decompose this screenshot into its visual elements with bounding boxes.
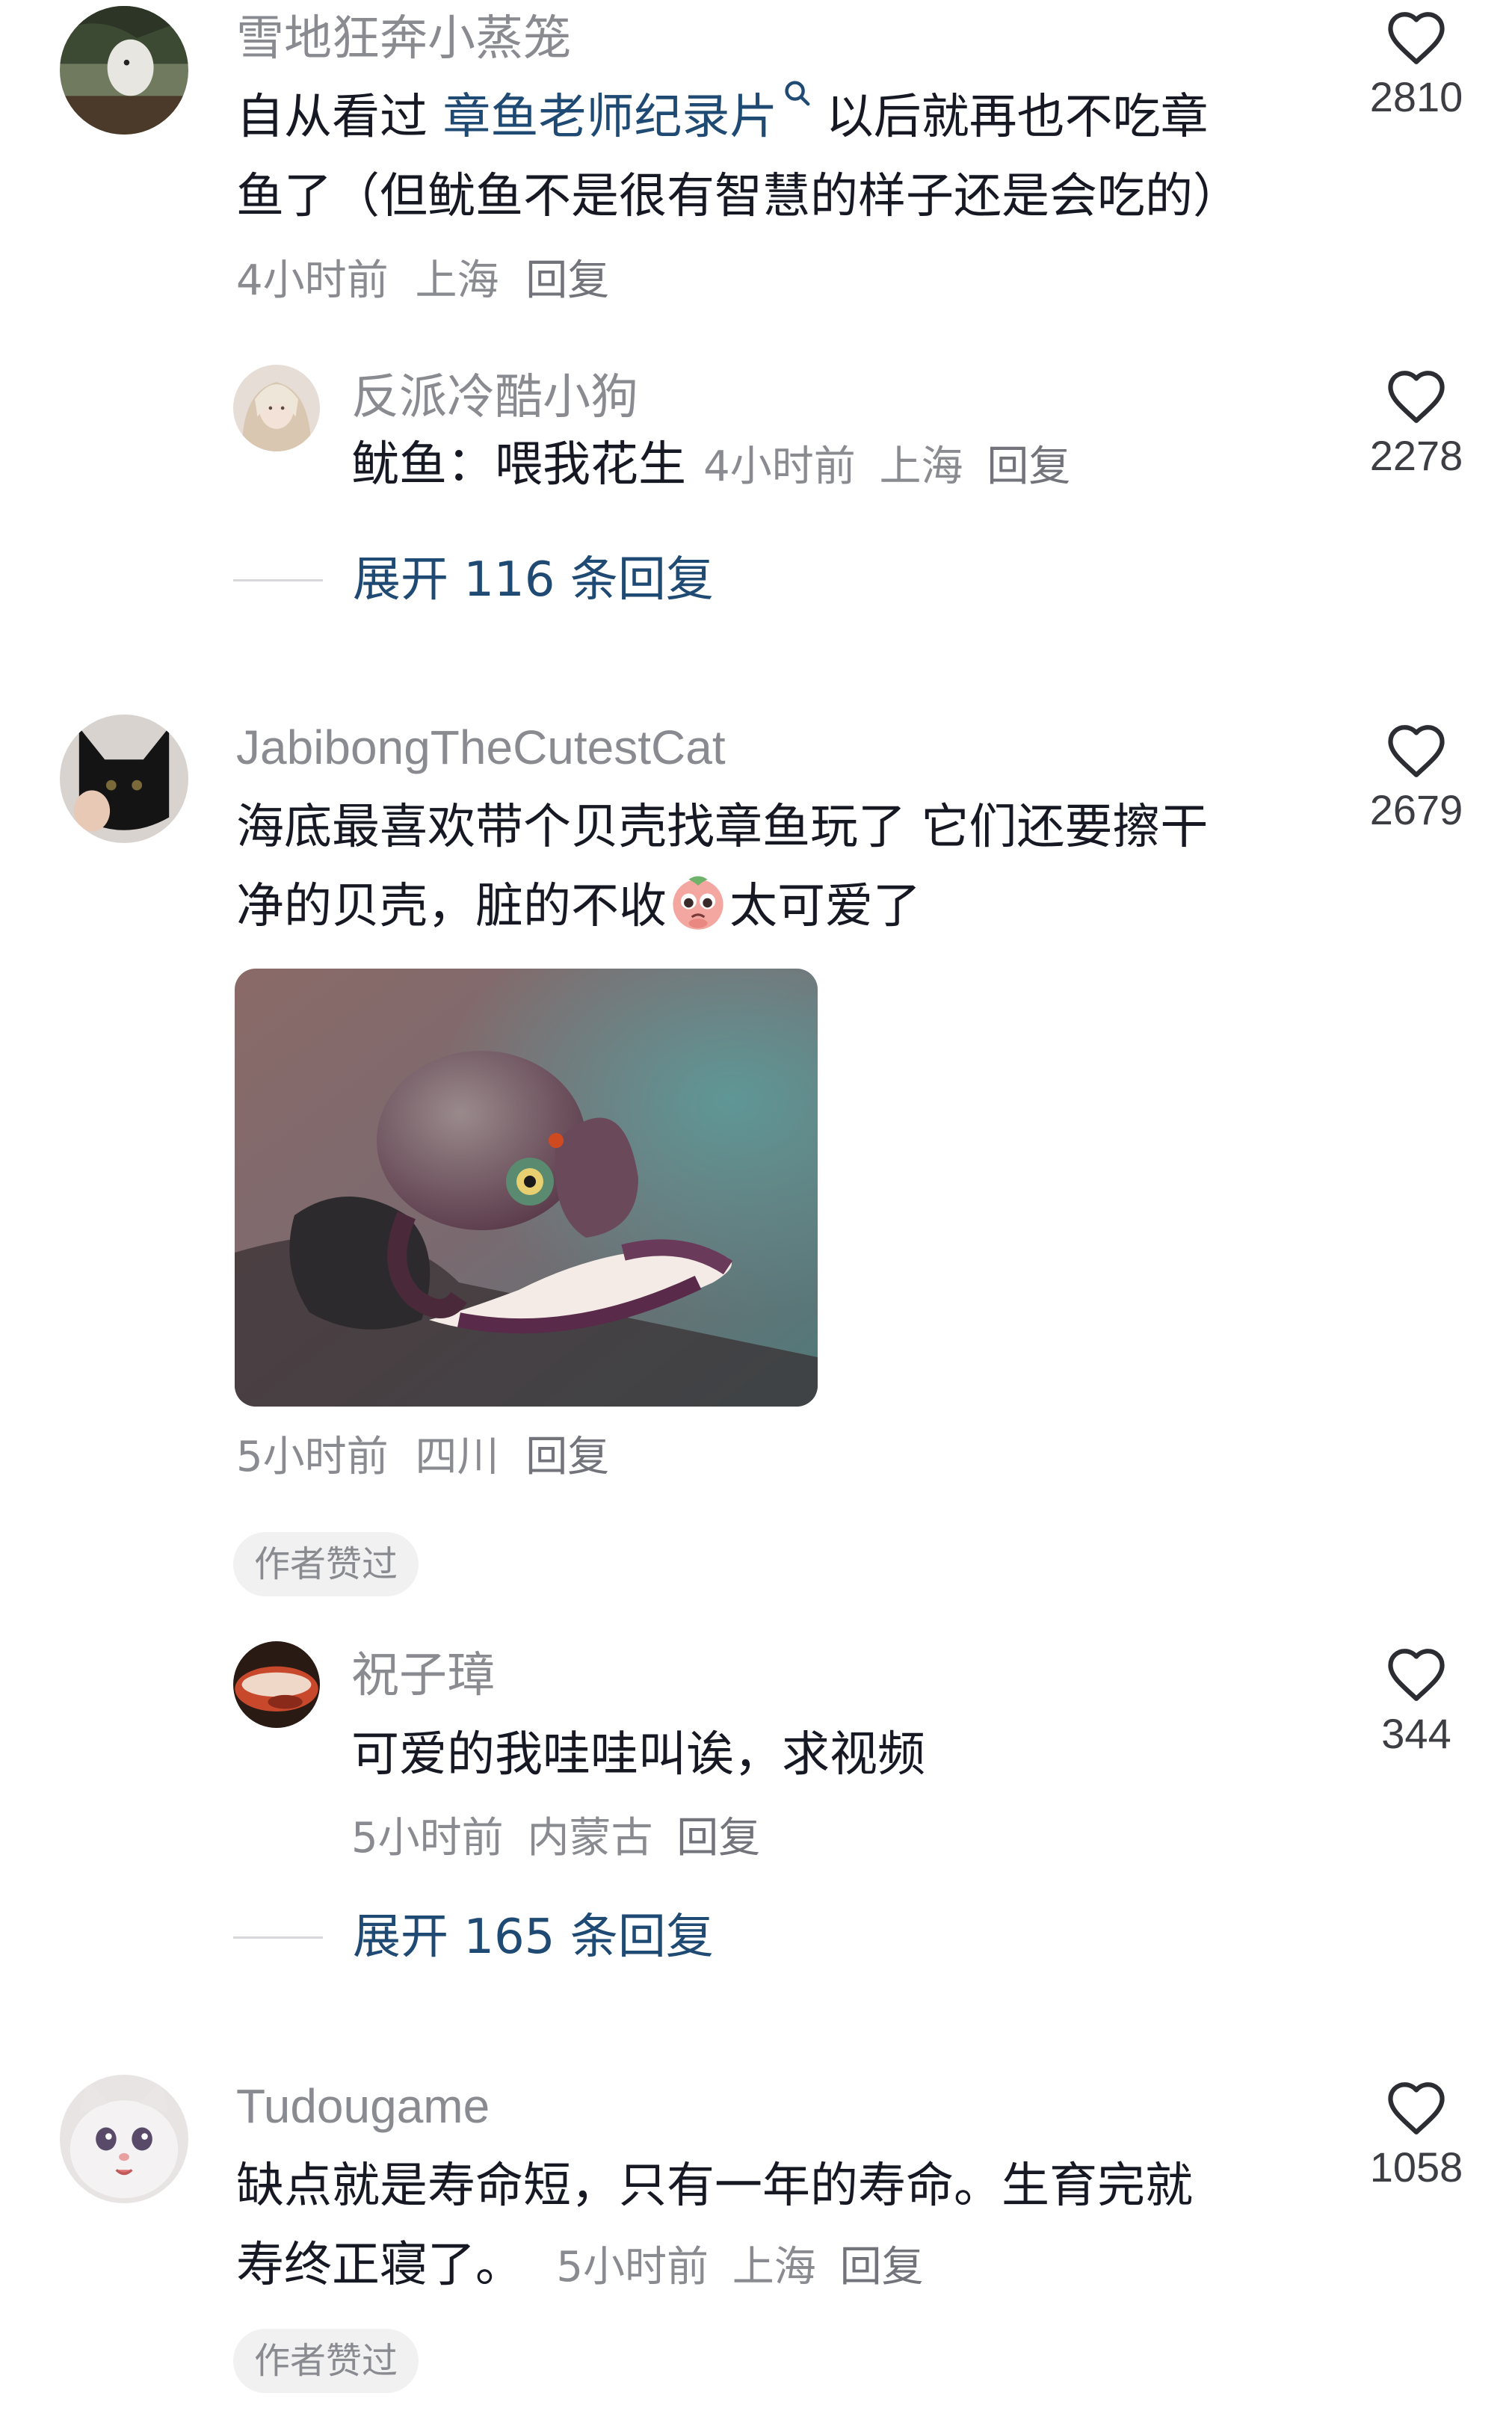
reply-text: 鱿鱼：喂我花生 bbox=[351, 437, 686, 493]
avatar-image bbox=[60, 6, 188, 135]
pleading-face-emoji bbox=[667, 870, 729, 933]
comment-text-after: 以后就再也不吃章 bbox=[810, 90, 1209, 145]
expand-replies-label: 展开 165 条回复 bbox=[353, 1910, 714, 1965]
heart-outline-icon bbox=[1388, 12, 1445, 64]
comment-text-before: 自从看过 bbox=[236, 90, 443, 145]
like-count: 2278 bbox=[1369, 432, 1463, 479]
reply-time: 5小时前 bbox=[351, 1814, 504, 1862]
comment-text-line2: 鱼了（但鱿鱼不是很有智慧的样子还是会吃的） bbox=[236, 169, 1241, 224]
reply-button[interactable]: 回复 bbox=[987, 442, 1070, 491]
comment-meta: 4小时前 上海 回复 bbox=[236, 260, 609, 302]
comment-text-line1: 海底最喜欢带个贝壳找章鱼玩了 它们还要擦干 bbox=[236, 800, 1209, 855]
comment-location: 上海 bbox=[732, 2243, 816, 2291]
expand-replies-button[interactable]: 展开 116 条回复 bbox=[233, 556, 714, 604]
reply-username[interactable]: 反派冷酷小狗 bbox=[351, 374, 638, 422]
avatar-image bbox=[233, 1641, 320, 1728]
reply-text: 可爱的我哇哇叫诶，求视频 bbox=[351, 1727, 925, 1782]
comment-meta: 5小时前 四川 回复 bbox=[236, 1436, 609, 1478]
like-button[interactable]: 344 bbox=[1360, 1646, 1472, 1755]
comment-location: 四川 bbox=[415, 1433, 499, 1481]
author-liked-badge: 作者赞过 bbox=[233, 1532, 419, 1596]
comment-text: 缺点就是寿命短，只有一年的寿命。生育完就 寿终正寝了。 5小时前 上海 回复 bbox=[236, 2146, 1320, 2305]
reply-avatar[interactable] bbox=[233, 1641, 320, 1728]
reply-button[interactable]: 回复 bbox=[525, 1433, 609, 1481]
reply-location: 上海 bbox=[879, 442, 963, 491]
heart-outline-icon bbox=[1388, 371, 1445, 423]
reply-text-row: 鱿鱼：喂我花生 4小时前 上海 回复 bbox=[351, 441, 1070, 489]
like-button[interactable]: 2278 bbox=[1360, 368, 1472, 477]
search-link[interactable]: 章鱼老师纪录片 bbox=[442, 90, 777, 145]
octopus-photo bbox=[235, 969, 818, 1407]
comment-username[interactable]: JabibongTheCutestCat bbox=[236, 723, 726, 771]
comment-meta: 5小时前 上海 回复 bbox=[556, 2243, 923, 2291]
like-button[interactable]: 2810 bbox=[1360, 9, 1472, 118]
avatar-image bbox=[233, 365, 320, 451]
comment-time: 4小时前 bbox=[236, 256, 389, 305]
comment-text-line2: 寿终正寝了。 bbox=[236, 2238, 523, 2293]
like-count: 344 bbox=[1381, 1710, 1451, 1757]
comment-location: 上海 bbox=[415, 256, 499, 305]
like-button[interactable]: 2679 bbox=[1360, 722, 1472, 831]
heart-outline-icon bbox=[1388, 1649, 1445, 1701]
reply-button[interactable]: 回复 bbox=[840, 2243, 924, 2291]
expand-replies-button[interactable]: 展开 165 条回复 bbox=[233, 1913, 714, 1961]
comment-text: 自从看过 章鱼老师纪录片 以后就再也不吃章 鱼了（但鱿鱼不是很有智慧的样子还是会… bbox=[236, 78, 1320, 236]
reply-meta: 5小时前 内蒙古 回复 bbox=[351, 1818, 760, 1859]
comment-username[interactable]: 雪地狂奔小蒸笼 bbox=[236, 15, 571, 63]
comment-text: 海底最喜欢带个贝壳找章鱼玩了 它们还要擦干 净的贝壳，脏的不收 太可爱了 bbox=[236, 788, 1320, 946]
heart-outline-icon bbox=[1388, 2082, 1445, 2135]
comment-text-line2-before: 净的贝壳，脏的不收 bbox=[236, 879, 667, 934]
reply-button[interactable]: 回复 bbox=[676, 1814, 760, 1862]
expand-divider bbox=[233, 578, 323, 581]
like-count: 1058 bbox=[1369, 2143, 1463, 2191]
author-liked-badge: 作者赞过 bbox=[233, 2329, 419, 2393]
comment-text-line1: 缺点就是寿命短，只有一年的寿命。生育完就 bbox=[236, 2158, 1193, 2214]
reply-location: 内蒙古 bbox=[527, 1814, 653, 1862]
comment-username[interactable]: Tudougame bbox=[236, 2082, 490, 2130]
avatar-image bbox=[60, 714, 188, 843]
reply-meta: 4小时前 上海 回复 bbox=[703, 442, 1070, 491]
reply-avatar[interactable] bbox=[233, 365, 320, 451]
avatar-image bbox=[60, 2075, 188, 2203]
heart-outline-icon bbox=[1388, 725, 1445, 777]
expand-replies-label: 展开 116 条回复 bbox=[353, 552, 714, 608]
reply-button[interactable]: 回复 bbox=[525, 256, 609, 305]
like-count: 2810 bbox=[1369, 73, 1463, 120]
avatar[interactable] bbox=[60, 714, 188, 843]
comment-time: 5小时前 bbox=[236, 1433, 389, 1481]
comment-time: 5小时前 bbox=[556, 2243, 709, 2291]
like-button[interactable]: 1058 bbox=[1360, 2079, 1472, 2188]
avatar[interactable] bbox=[60, 2075, 188, 2203]
expand-divider bbox=[233, 1936, 323, 1939]
comment-text-line2-after: 太可爱了 bbox=[729, 879, 921, 934]
like-count: 2679 bbox=[1369, 786, 1463, 833]
reply-username[interactable]: 祝子璋 bbox=[351, 1652, 495, 1700]
comment-image[interactable] bbox=[235, 969, 818, 1407]
reply-time: 4小时前 bbox=[703, 442, 856, 491]
avatar[interactable] bbox=[60, 6, 188, 135]
search-icon[interactable] bbox=[777, 78, 810, 123]
